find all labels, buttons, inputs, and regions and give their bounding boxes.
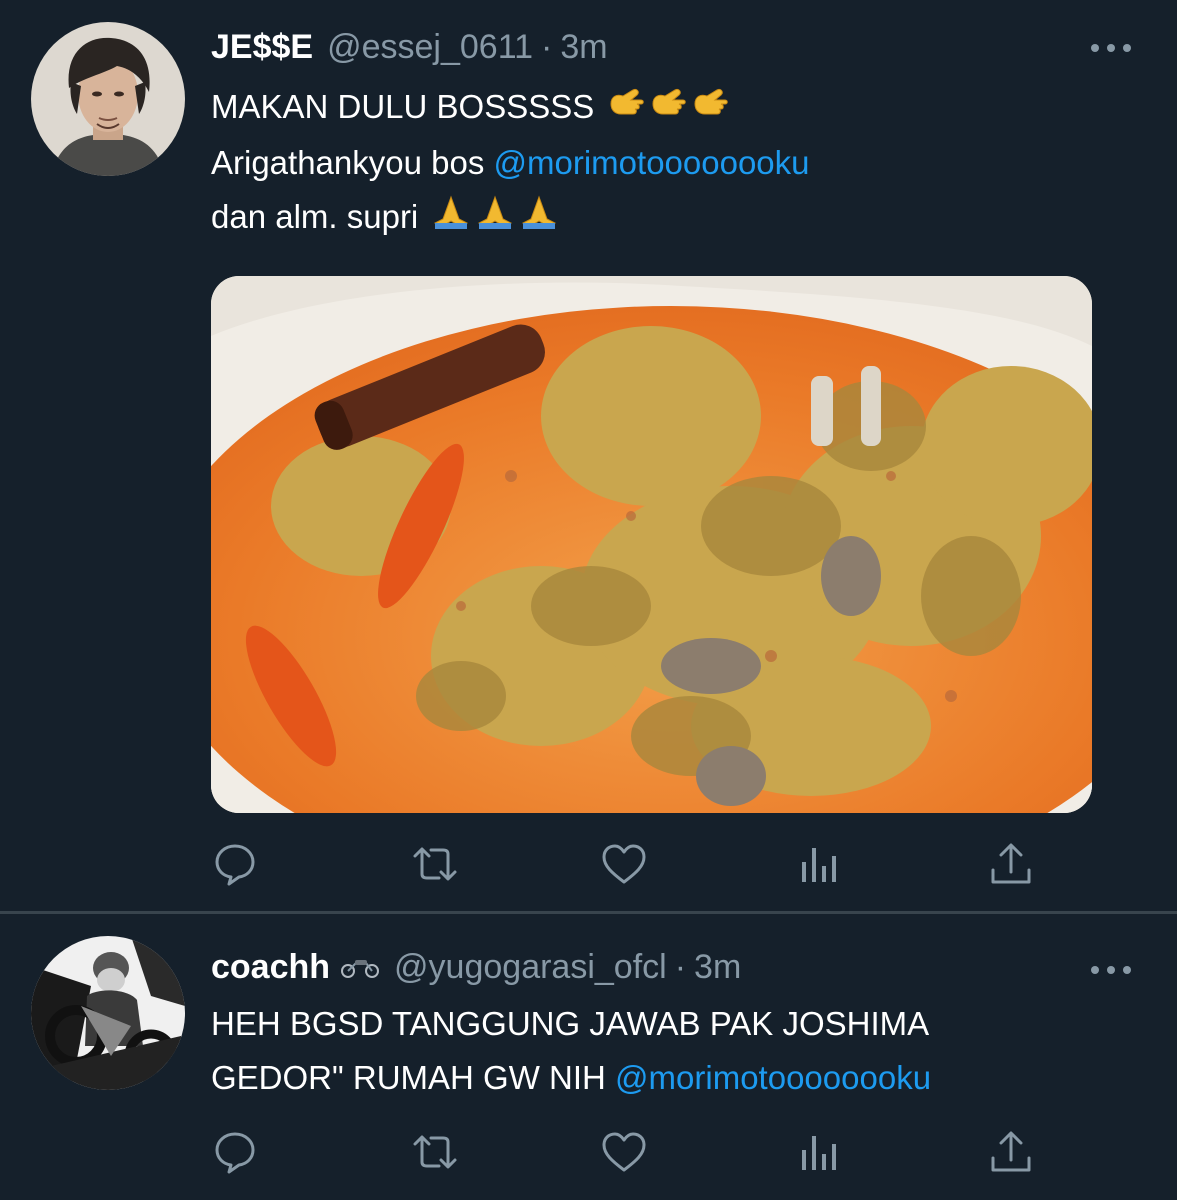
reply-icon[interactable] [211,840,259,888]
tweet-line-text: MAKAN DULU BOSSSSS [211,88,595,125]
like-icon[interactable] [600,1128,648,1176]
call-me-hand-emoji-group [607,82,733,136]
tweet-header: coachh @yugogarasi_ofcl · 3m [211,948,741,987]
share-icon[interactable] [987,1128,1035,1176]
tweet-actions [211,1128,1041,1176]
separator-dot: · [674,948,687,986]
avatar[interactable] [31,22,185,176]
tweet[interactable]: JE$$E @essej_0611 · 3m MAKAN DULU BOSSSS… [0,0,1177,912]
tweet-text: MAKAN DULU BOSSSSS Arigathankyou bos @mo… [211,80,810,247]
retweet-icon[interactable] [411,840,459,888]
mention-link[interactable]: @morimotoooooooku [494,144,810,181]
tweet[interactable]: coachh @yugogarasi_ofcl · 3m HEH BGSD TA… [0,914,1177,1200]
tweet-line: MAKAN DULU BOSSSSS [211,80,810,136]
tweet-actions [211,840,1041,888]
tweet-line: GEDOR" RUMAH GW NIH @morimotoooooooku [211,1051,931,1105]
like-icon[interactable] [600,840,648,888]
share-icon[interactable] [987,840,1035,888]
folded-hands-emoji-group [431,193,563,247]
avatar[interactable] [31,936,185,1090]
author-handle[interactable]: @essej_0611 [327,28,533,67]
retweet-icon[interactable] [411,1128,459,1176]
separator-dot: · [541,28,553,66]
tweet-photo[interactable] [211,276,1092,813]
tweet-line: HEH BGSD TANGGUNG JAWAB PAK JOSHIMA [211,997,931,1051]
tweet-line-text: Arigathankyou bos [211,144,494,182]
author-name[interactable]: coachh [211,948,330,987]
analytics-icon[interactable] [796,840,844,888]
tweet-time[interactable]: 3m [694,948,741,987]
tweet-text: HEH BGSD TANGGUNG JAWAB PAK JOSHIMA GEDO… [211,997,931,1105]
analytics-icon[interactable] [796,1128,844,1176]
tweet-time[interactable]: 3m [560,28,607,67]
tweet-line-text: HEH BGSD TANGGUNG JAWAB PAK JOSHIMA [211,1005,930,1042]
author-handle[interactable]: @yugogarasi_ofcl [394,948,667,987]
more-options-icon[interactable] [1091,964,1131,976]
author-name[interactable]: JE$$E [211,28,313,67]
tweet-line: Arigathankyou bos @morimotoooooooku [211,136,810,190]
more-options-icon[interactable] [1091,42,1131,54]
tweet-line: dan alm. supri [211,190,810,246]
tweet-line-text: dan alm. supri [211,198,419,236]
motorcycle-emoji [340,948,380,978]
tweet-header: JE$$E @essej_0611 · 3m [211,28,608,67]
tweet-line-text: GEDOR" RUMAH GW NIH [211,1059,616,1096]
reply-icon[interactable] [211,1128,259,1176]
mention-link[interactable]: @morimotoooooooku [615,1059,931,1096]
